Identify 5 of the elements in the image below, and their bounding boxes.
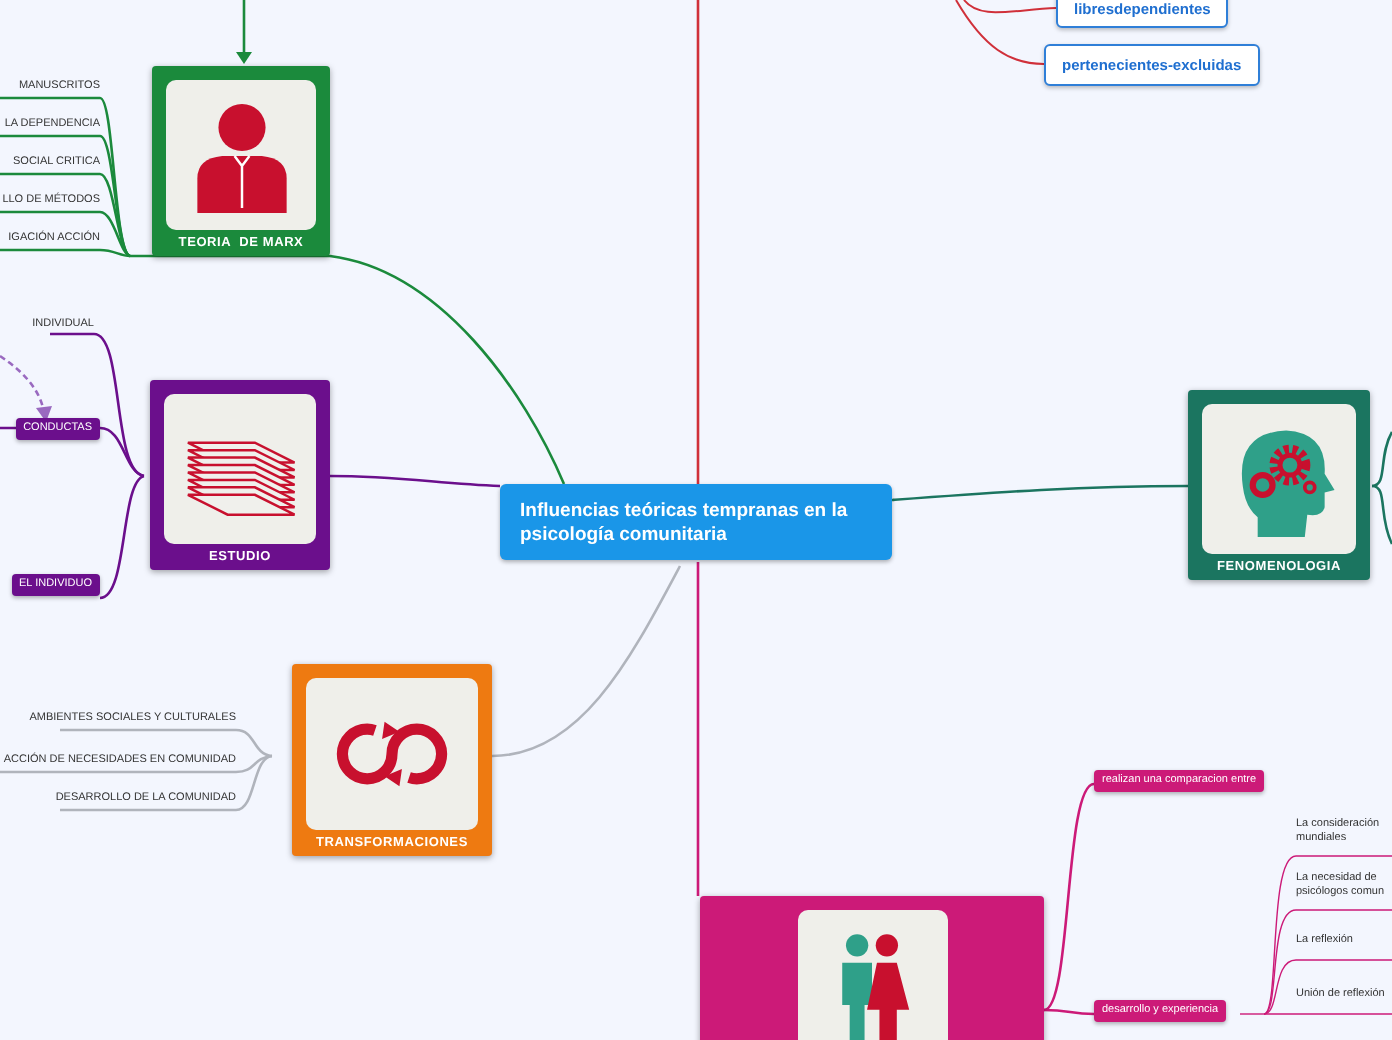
topic-card[interactable] xyxy=(700,896,1044,1040)
arrow xyxy=(236,0,252,64)
connector-line xyxy=(1371,484,1392,545)
connector-line xyxy=(1371,431,1392,488)
dashed-arrow xyxy=(0,354,52,422)
